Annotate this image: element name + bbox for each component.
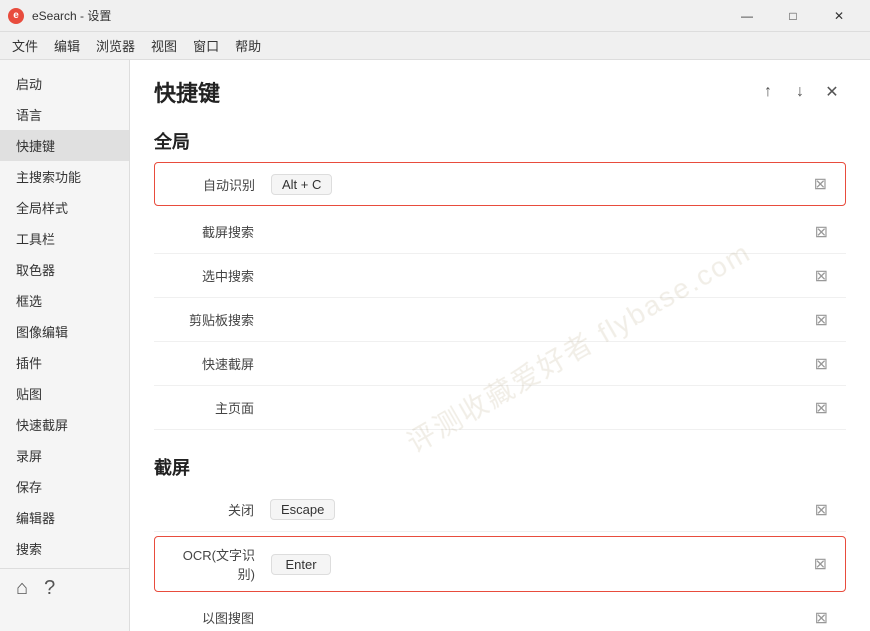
app-icon: e (8, 8, 24, 24)
delete-icon-0-0[interactable]: ⊠ (808, 172, 833, 196)
sidebar-item-7[interactable]: 框选 (0, 285, 129, 316)
section-title-1: 截屏 (154, 454, 846, 480)
shortcut-row-0-5[interactable]: 主页面 ⊠ (154, 386, 846, 430)
sidebar-item-0[interactable]: 启动 (0, 68, 129, 99)
minimize-button[interactable]: — (724, 0, 770, 32)
sidebar-item-8[interactable]: 图像编辑 (0, 316, 129, 347)
delete-icon-0-5[interactable]: ⊠ (809, 396, 834, 420)
shortcut-label-1-0: 关闭 (166, 500, 266, 519)
shortcut-row-0-1[interactable]: 截屏搜索 ⊠ (154, 210, 846, 254)
shortcut-row-0-2[interactable]: 选中搜索 ⊠ (154, 254, 846, 298)
shortcut-label-0-4: 快速截屏 (166, 354, 266, 373)
panel-title: 快捷键 (154, 76, 220, 108)
sidebar-item-3[interactable]: 主搜索功能 (0, 161, 129, 192)
sidebar-item-4[interactable]: 全局样式 (0, 192, 129, 223)
shortcut-row-0-3[interactable]: 剪贴板搜索 ⊠ (154, 298, 846, 342)
shortcut-row-0-0[interactable]: 自动识别Alt + C ⊠ (154, 162, 846, 206)
window-controls: — □ ✕ (724, 0, 862, 32)
shortcut-row-0-4[interactable]: 快速截屏 ⊠ (154, 342, 846, 386)
sidebar-footer: ⌂ ? (0, 568, 129, 608)
section-title-0: 全局 (154, 128, 846, 154)
shortcut-row-1-2[interactable]: 以图搜图 ⊠ (154, 596, 846, 631)
section-0: 全局自动识别Alt + C ⊠ 截屏搜索 ⊠ 选中搜索 ⊠ 剪贴板搜索 ⊠ 快速截屏 ⊠ 主页面 ⊠ (130, 116, 870, 430)
menu-item-编辑[interactable]: 编辑 (46, 34, 88, 57)
sidebar-item-15[interactable]: 搜索 (0, 533, 129, 564)
shortcut-label-0-2: 选中搜索 (166, 266, 266, 285)
shortcut-row-1-0[interactable]: 关闭Escape ⊠ (154, 488, 846, 532)
title-bar: e eSearch - 设置 — □ ✕ (0, 0, 870, 32)
delete-icon-1-2[interactable]: ⊠ (809, 606, 834, 630)
panel-close-button[interactable]: ✕ (818, 78, 846, 106)
delete-icon-0-3[interactable]: ⊠ (809, 308, 834, 332)
panel-header: 快捷键 ↑ ↓ ✕ (130, 60, 870, 116)
key-badge-1-1[interactable]: Enter (271, 554, 331, 575)
main-content: 启动语言快捷键主搜索功能全局样式工具栏取色器框选图像编辑插件贴图快速截屏录屏保存… (0, 60, 870, 631)
shortcut-key-area-1-0: Escape (266, 499, 809, 520)
header-controls: ↑ ↓ ✕ (754, 78, 846, 106)
delete-icon-0-1[interactable]: ⊠ (809, 220, 834, 244)
key-badge-1-0[interactable]: Escape (270, 499, 335, 520)
shortcut-label-0-3: 剪贴板搜索 (166, 310, 266, 329)
delete-icon-1-0[interactable]: ⊠ (809, 498, 834, 522)
delete-icon-1-1[interactable]: ⊠ (808, 552, 833, 576)
sidebar-item-10[interactable]: 贴图 (0, 378, 129, 409)
sidebar-item-6[interactable]: 取色器 (0, 254, 129, 285)
menu-item-帮助[interactable]: 帮助 (227, 34, 269, 57)
shortcut-label-0-0: 自动识别 (167, 175, 267, 194)
section-1: 截屏关闭Escape ⊠ OCR(文字识别)Enter ⊠ 以图搜图 ⊠ (130, 442, 870, 631)
shortcut-label-1-2: 以图搜图 (166, 608, 266, 627)
menu-item-文件[interactable]: 文件 (4, 34, 46, 57)
sidebar-item-12[interactable]: 录屏 (0, 440, 129, 471)
shortcut-label-0-5: 主页面 (166, 398, 266, 417)
shortcut-row-1-1[interactable]: OCR(文字识别)Enter ⊠ (154, 536, 846, 592)
delete-icon-0-2[interactable]: ⊠ (809, 264, 834, 288)
menu-bar: 文件编辑浏览器视图窗口帮助 (0, 32, 870, 60)
key-badge-0-0[interactable]: Alt + C (271, 174, 332, 195)
sidebar-item-11[interactable]: 快速截屏 (0, 409, 129, 440)
shortcut-label-0-1: 截屏搜索 (166, 222, 266, 241)
shortcut-key-area-1-1: Enter (267, 554, 808, 575)
scroll-down-button[interactable]: ↓ (786, 78, 814, 106)
scroll-up-button[interactable]: ↑ (754, 78, 782, 106)
home-icon[interactable]: ⌂ (16, 577, 28, 600)
right-panel: 评测收藏爱好者 flybase.com 快捷键 ↑ ↓ ✕ 全局自动识别Alt … (130, 60, 870, 631)
sidebar-item-5[interactable]: 工具栏 (0, 223, 129, 254)
help-icon[interactable]: ? (44, 577, 55, 600)
sidebar: 启动语言快捷键主搜索功能全局样式工具栏取色器框选图像编辑插件贴图快速截屏录屏保存… (0, 60, 130, 631)
sections-container: 全局自动识别Alt + C⊠截屏搜索⊠选中搜索⊠剪贴板搜索⊠快速截屏⊠主页面⊠截… (130, 116, 870, 631)
sidebar-item-14[interactable]: 编辑器 (0, 502, 129, 533)
menu-item-浏览器[interactable]: 浏览器 (88, 34, 143, 57)
sidebar-item-9[interactable]: 插件 (0, 347, 129, 378)
shortcut-label-1-1: OCR(文字识别) (167, 545, 267, 583)
shortcut-key-area-0-0: Alt + C (267, 174, 808, 195)
delete-icon-0-4[interactable]: ⊠ (809, 352, 834, 376)
sidebar-item-2[interactable]: 快捷键 (0, 130, 129, 161)
window-title: eSearch - 设置 (32, 7, 724, 24)
close-button[interactable]: ✕ (816, 0, 862, 32)
sidebar-item-1[interactable]: 语言 (0, 99, 129, 130)
maximize-button[interactable]: □ (770, 0, 816, 32)
menu-item-视图[interactable]: 视图 (143, 34, 185, 57)
sidebar-item-13[interactable]: 保存 (0, 471, 129, 502)
menu-item-窗口[interactable]: 窗口 (185, 34, 227, 57)
